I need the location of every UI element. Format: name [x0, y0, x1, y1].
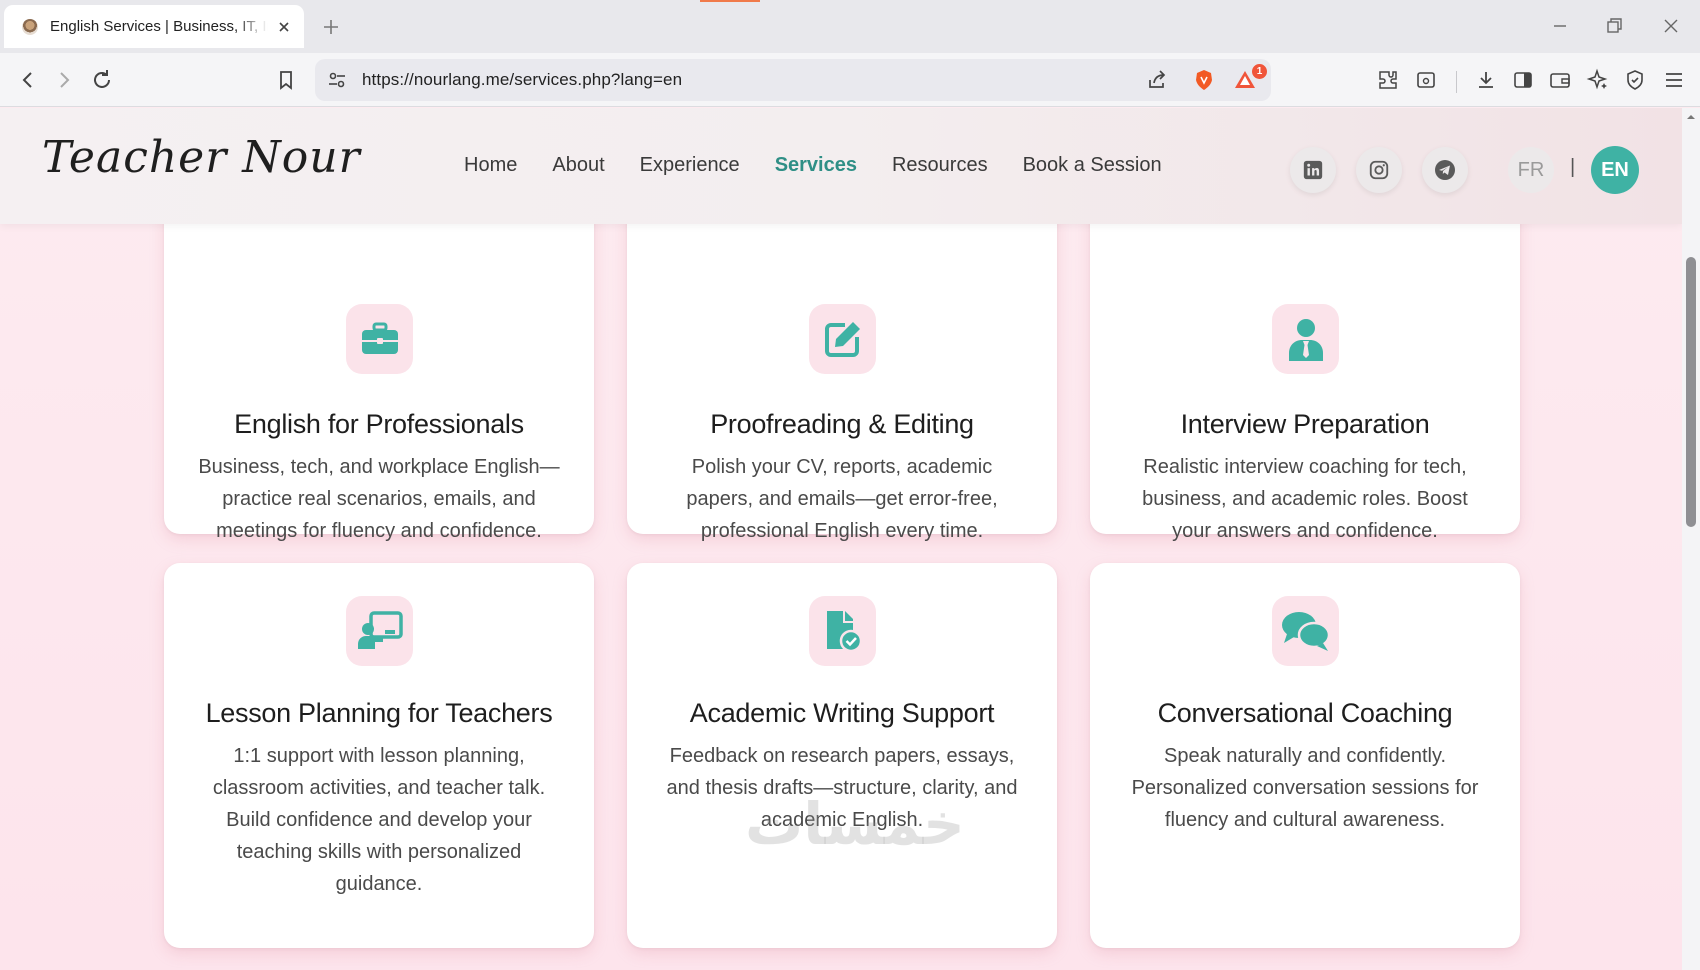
- watermark: خمسات: [745, 790, 965, 858]
- back-icon[interactable]: [16, 68, 40, 92]
- service-description: Business, tech, and workplace English—pr…: [198, 456, 560, 542]
- wallet-icon[interactable]: [1548, 68, 1572, 92]
- comments-icon: [1272, 596, 1339, 666]
- bookmark-icon[interactable]: [274, 68, 298, 92]
- page-viewport: Teacher Nour Home About Experience Servi…: [0, 108, 1682, 970]
- chalkboard-teacher-icon: [346, 596, 413, 666]
- browser-toolbar: https://nourlang.me/services.php?lang=en…: [0, 53, 1700, 107]
- service-title: Lesson Planning for Teachers: [205, 698, 553, 728]
- site-logo[interactable]: Teacher Nour: [42, 132, 361, 183]
- linkedin-link[interactable]: [1290, 147, 1336, 193]
- instagram-icon: [1369, 160, 1389, 180]
- close-tab-icon[interactable]: [276, 19, 292, 35]
- downloads-icon[interactable]: [1474, 68, 1498, 92]
- service-title: Proofreading & Editing: [710, 409, 974, 439]
- scrollbar-thumb[interactable]: [1686, 257, 1696, 527]
- edit-icon: [809, 304, 876, 374]
- nav-home[interactable]: Home: [464, 154, 517, 177]
- site-header: Teacher Nour Home About Experience Servi…: [0, 108, 1682, 224]
- brave-shields-icon[interactable]: [1192, 68, 1216, 92]
- forward-icon[interactable]: [52, 68, 76, 92]
- main-nav: Home About Experience Services Resources…: [464, 154, 1162, 177]
- service-description: Polish your CV, reports, academic papers…: [686, 456, 998, 542]
- briefcase-icon: [346, 304, 413, 374]
- service-title: Academic Writing Support: [689, 698, 995, 728]
- scroll-up-icon[interactable]: [1686, 112, 1696, 122]
- lang-en-button[interactable]: EN: [1591, 146, 1639, 194]
- extensions-icon[interactable]: [1376, 68, 1400, 92]
- share-icon[interactable]: [1145, 68, 1169, 92]
- service-description: Speak naturally and confidently. Persona…: [1131, 745, 1479, 831]
- loading-indicator: [700, 0, 760, 2]
- telegram-icon: [1435, 160, 1455, 180]
- site-settings-icon[interactable]: [325, 68, 349, 92]
- favicon-icon: [22, 18, 38, 35]
- lang-fr-button[interactable]: FR: [1508, 147, 1554, 193]
- nav-services[interactable]: Services: [775, 154, 857, 177]
- reader-mode-icon[interactable]: [1414, 68, 1438, 92]
- file-check-icon: [809, 596, 876, 666]
- nav-book-session[interactable]: Book a Session: [1023, 154, 1162, 177]
- linkedin-icon: [1303, 160, 1323, 180]
- close-window-icon[interactable]: [1659, 14, 1683, 38]
- telegram-link[interactable]: [1422, 147, 1468, 193]
- instagram-link[interactable]: [1356, 147, 1402, 193]
- user-tie-icon: [1272, 304, 1339, 374]
- browser-tab[interactable]: English Services | Business, IT, Intervi…: [4, 5, 304, 48]
- menu-icon[interactable]: [1662, 68, 1686, 92]
- service-title: Conversational Coaching: [1157, 698, 1453, 728]
- service-card: Conversational Coaching Speak naturally …: [1090, 563, 1520, 948]
- leo-ai-icon[interactable]: [1586, 68, 1610, 92]
- sidebar-icon[interactable]: [1511, 68, 1535, 92]
- service-card: Lesson Planning for Teachers 1:1 support…: [164, 563, 594, 948]
- url-text: https://nourlang.me/services.php?lang=en: [362, 70, 683, 89]
- address-bar[interactable]: https://nourlang.me/services.php?lang=en: [315, 59, 1271, 101]
- nav-about[interactable]: About: [552, 154, 604, 177]
- service-description: Realistic interview coaching for tech, b…: [1142, 456, 1468, 542]
- rewards-badge: 1: [1252, 64, 1267, 79]
- toolbar-separator: [1456, 71, 1457, 93]
- scrollbar-track[interactable]: [1682, 108, 1700, 970]
- nav-resources[interactable]: Resources: [892, 154, 988, 177]
- service-title: Interview Preparation: [1180, 409, 1430, 439]
- tab-title: English Services | Business, IT, Intervi…: [50, 18, 268, 35]
- service-title: English for Professionals: [234, 409, 524, 439]
- nav-experience[interactable]: Experience: [640, 154, 740, 177]
- minimize-icon[interactable]: [1548, 14, 1572, 38]
- vpn-icon[interactable]: [1623, 68, 1647, 92]
- service-card: Academic Writing Support Feedback on res…: [627, 563, 1057, 948]
- restore-icon[interactable]: [1602, 14, 1626, 38]
- new-tab-icon[interactable]: [320, 16, 342, 38]
- tab-strip: English Services | Business, IT, Intervi…: [0, 0, 1700, 53]
- lang-separator: |: [1570, 156, 1576, 178]
- service-description: 1:1 support with lesson planning, classr…: [212, 745, 546, 895]
- reload-icon[interactable]: [90, 68, 114, 92]
